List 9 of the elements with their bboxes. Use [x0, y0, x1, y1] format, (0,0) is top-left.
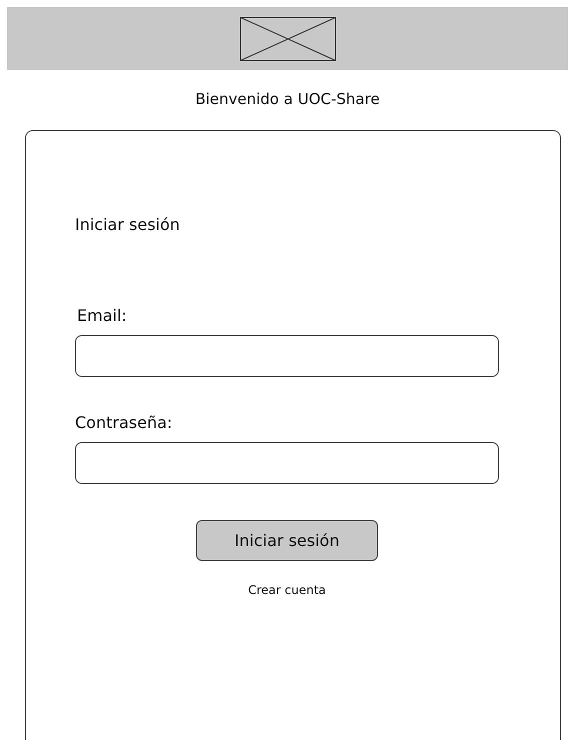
field-label: Contraseña:: [75, 413, 174, 432]
page-title: Bienvenido a UOC-Share: [194, 90, 381, 110]
login-button[interactable]: Iniciar sesión: [196, 520, 378, 561]
field-label: Email:: [77, 306, 128, 325]
card-heading: Iniciar sesión: [75, 215, 181, 234]
create-account-link[interactable]: Crear cuenta: [248, 583, 326, 597]
image-placeholder-icon: [240, 16, 336, 60]
input-field[interactable]: [75, 442, 499, 484]
input-field[interactable]: [75, 335, 499, 377]
